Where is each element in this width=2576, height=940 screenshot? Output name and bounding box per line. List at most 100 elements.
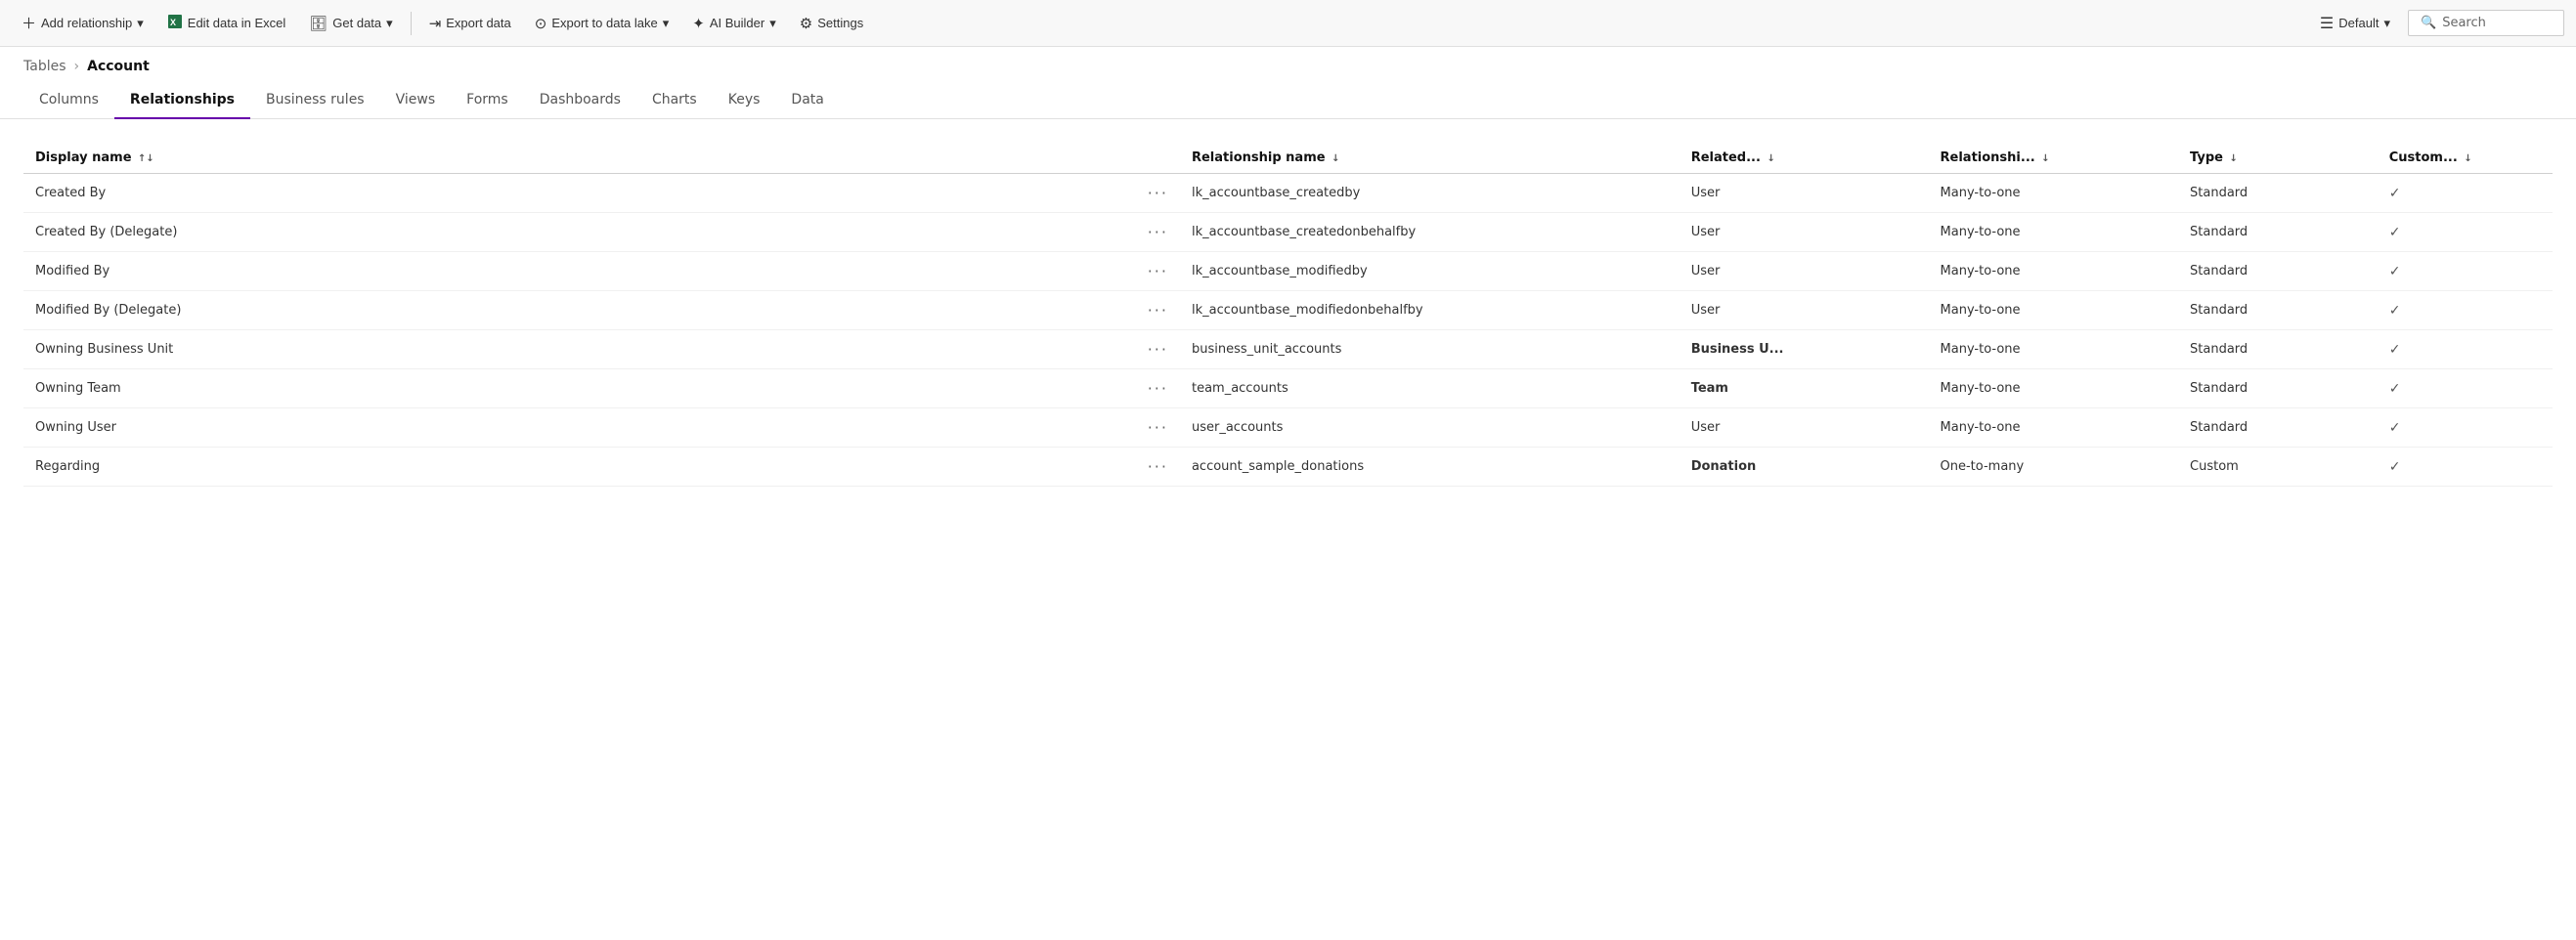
search-box[interactable]: 🔍 Search xyxy=(2408,10,2564,36)
breadcrumb-tables[interactable]: Tables xyxy=(23,59,66,74)
table-row[interactable]: Created By ··· lk_accountbase_createdby … xyxy=(23,174,2553,213)
cell-type: Standard xyxy=(2178,291,2378,330)
cell-type: Standard xyxy=(2178,213,2378,252)
lake-icon: ⊙ xyxy=(535,15,547,32)
toolbar-right: ☰ Default ▾ 🔍 Search xyxy=(2310,8,2564,39)
tab-keys[interactable]: Keys xyxy=(713,82,776,119)
sort-display-name[interactable]: ↑↓ xyxy=(138,153,154,164)
row-menu-icon[interactable]: ··· xyxy=(1148,340,1168,359)
checkmark-icon: ✓ xyxy=(2389,264,2401,279)
checkmark-icon: ✓ xyxy=(2389,186,2401,201)
export-data-button[interactable]: ⇥ Export data xyxy=(419,9,521,38)
table-row[interactable]: Owning Business Unit ··· business_unit_a… xyxy=(23,330,2553,369)
sort-custom[interactable]: ↓ xyxy=(2464,153,2471,164)
checkmark-icon: ✓ xyxy=(2389,225,2401,240)
get-data-button[interactable]: 🗄 Get data ▾ xyxy=(299,9,402,38)
sort-rel-name[interactable]: ↓ xyxy=(1332,153,1339,164)
cell-related: User xyxy=(1680,174,1929,213)
cell-menu[interactable]: ··· xyxy=(1136,408,1180,448)
table-area: Display name ↑↓ Relationship name ↓ Rela… xyxy=(0,119,2576,510)
row-menu-icon[interactable]: ··· xyxy=(1148,457,1168,476)
tab-forms[interactable]: Forms xyxy=(451,82,524,119)
row-menu-icon[interactable]: ··· xyxy=(1148,418,1168,437)
edit-excel-button[interactable]: X Edit data in Excel xyxy=(157,8,295,39)
export-lake-button[interactable]: ⊙ Export to data lake ▾ xyxy=(525,9,679,38)
col-header-rel-type[interactable]: Relationshi... ↓ xyxy=(1929,143,2179,174)
default-lines-icon: ☰ xyxy=(2320,14,2334,33)
tab-relationships[interactable]: Relationships xyxy=(114,82,250,119)
checkmark-icon: ✓ xyxy=(2389,420,2401,436)
ai-builder-button[interactable]: ✦ AI Builder ▾ xyxy=(682,9,785,38)
default-button[interactable]: ☰ Default ▾ xyxy=(2310,8,2400,39)
cell-rel-name: business_unit_accounts xyxy=(1180,330,1680,369)
add-relationship-button[interactable]: ＋ Add relationship ▾ xyxy=(12,7,153,39)
table-row[interactable]: Regarding ··· account_sample_donations D… xyxy=(23,448,2553,487)
cell-rel-type: Many-to-one xyxy=(1929,369,2179,408)
cell-rel-name: team_accounts xyxy=(1180,369,1680,408)
default-chevron: ▾ xyxy=(2383,16,2390,31)
tab-charts[interactable]: Charts xyxy=(636,82,713,119)
tab-business-rules[interactable]: Business rules xyxy=(250,82,380,119)
cell-menu[interactable]: ··· xyxy=(1136,213,1180,252)
separator-1 xyxy=(411,12,412,35)
cell-type: Standard xyxy=(2178,174,2378,213)
svg-text:X: X xyxy=(170,18,176,27)
settings-button[interactable]: ⚙ Settings xyxy=(790,9,873,38)
cell-related: Donation xyxy=(1680,448,1929,487)
sort-related[interactable]: ↓ xyxy=(1767,153,1774,164)
cell-display-name: Created By xyxy=(23,174,1136,213)
relationships-table: Display name ↑↓ Relationship name ↓ Rela… xyxy=(23,143,2553,487)
cell-type: Standard xyxy=(2178,369,2378,408)
col-header-rel-name[interactable]: Relationship name ↓ xyxy=(1180,143,1680,174)
tab-columns[interactable]: Columns xyxy=(23,82,114,119)
sort-type[interactable]: ↓ xyxy=(2229,153,2237,164)
tab-views[interactable]: Views xyxy=(380,82,452,119)
cell-custom: ✓ xyxy=(2378,448,2553,487)
checkmark-icon: ✓ xyxy=(2389,342,2401,358)
cell-menu[interactable]: ··· xyxy=(1136,291,1180,330)
col-header-display-name[interactable]: Display name ↑↓ xyxy=(23,143,1136,174)
database-icon: 🗄 xyxy=(309,15,327,32)
cell-type: Custom xyxy=(2178,448,2378,487)
table-row[interactable]: Owning User ··· user_accounts User Many-… xyxy=(23,408,2553,448)
table-row[interactable]: Modified By (Delegate) ··· lk_accountbas… xyxy=(23,291,2553,330)
tabs-bar: Columns Relationships Business rules Vie… xyxy=(0,82,2576,119)
row-menu-icon[interactable]: ··· xyxy=(1148,379,1168,398)
row-menu-icon[interactable]: ··· xyxy=(1148,184,1168,202)
cell-menu[interactable]: ··· xyxy=(1136,252,1180,291)
checkmark-icon: ✓ xyxy=(2389,381,2401,397)
table-row[interactable]: Created By (Delegate) ··· lk_accountbase… xyxy=(23,213,2553,252)
cell-rel-name: lk_accountbase_createdby xyxy=(1180,174,1680,213)
cell-custom: ✓ xyxy=(2378,408,2553,448)
row-menu-icon[interactable]: ··· xyxy=(1148,223,1168,241)
cell-menu[interactable]: ··· xyxy=(1136,448,1180,487)
sort-rel-type[interactable]: ↓ xyxy=(2041,153,2049,164)
breadcrumb-separator: › xyxy=(74,59,80,74)
cell-rel-name: lk_accountbase_createdonbehalfby xyxy=(1180,213,1680,252)
cell-menu[interactable]: ··· xyxy=(1136,330,1180,369)
tab-dashboards[interactable]: Dashboards xyxy=(524,82,636,119)
tab-data[interactable]: Data xyxy=(775,82,839,119)
search-icon: 🔍 xyxy=(2421,16,2436,30)
table-row[interactable]: Modified By ··· lk_accountbase_modifiedb… xyxy=(23,252,2553,291)
table-row[interactable]: Owning Team ··· team_accounts Team Many-… xyxy=(23,369,2553,408)
col-header-menu xyxy=(1136,143,1180,174)
col-header-custom[interactable]: Custom... ↓ xyxy=(2378,143,2553,174)
breadcrumb: Tables › Account xyxy=(0,47,2576,82)
cell-menu[interactable]: ··· xyxy=(1136,369,1180,408)
cell-related: Team xyxy=(1680,369,1929,408)
cell-related: User xyxy=(1680,213,1929,252)
table-header-row: Display name ↑↓ Relationship name ↓ Rela… xyxy=(23,143,2553,174)
col-header-related[interactable]: Related... ↓ xyxy=(1680,143,1929,174)
cell-related: Business U... xyxy=(1680,330,1929,369)
cell-rel-type: Many-to-one xyxy=(1929,174,2179,213)
cell-custom: ✓ xyxy=(2378,174,2553,213)
cell-rel-type: Many-to-one xyxy=(1929,330,2179,369)
row-menu-icon[interactable]: ··· xyxy=(1148,262,1168,280)
cell-rel-type: One-to-many xyxy=(1929,448,2179,487)
col-header-type[interactable]: Type ↓ xyxy=(2178,143,2378,174)
cell-menu[interactable]: ··· xyxy=(1136,174,1180,213)
cell-rel-name: lk_accountbase_modifiedby xyxy=(1180,252,1680,291)
cell-display-name: Owning User xyxy=(23,408,1136,448)
row-menu-icon[interactable]: ··· xyxy=(1148,301,1168,320)
